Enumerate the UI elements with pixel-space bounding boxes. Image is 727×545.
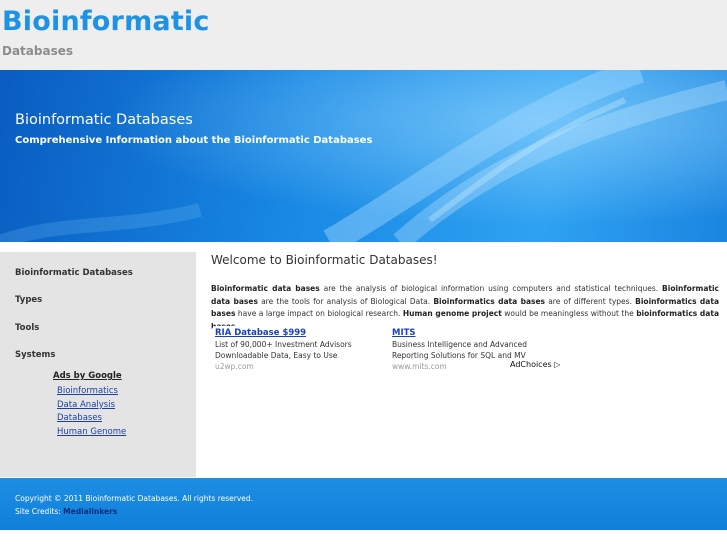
sidebar-item-types[interactable]: Types: [15, 295, 42, 305]
adchoices-button[interactable]: AdChoices ▷: [510, 360, 560, 369]
intro-keyword: Bioinformatics data bases: [433, 296, 546, 306]
ad-url[interactable]: u2wp.com: [215, 362, 385, 371]
welcome-heading: Welcome to Bioinformatic Databases!: [211, 253, 438, 267]
intro-text: have a large impact on biological resear…: [235, 309, 403, 318]
intro-text: are the analysis of biological informati…: [319, 284, 663, 293]
ad-text: Reporting Solutions for SQL and MV: [392, 351, 526, 360]
sidebar-item-systems[interactable]: Systems: [15, 350, 55, 360]
intro-text: would be meaningless without the: [501, 309, 637, 318]
intro-text: are the tools for analysis of Biological…: [257, 296, 434, 306]
site-subtitle: Databases: [2, 44, 74, 58]
site-credits: Site Credits: Medialinkers: [15, 507, 117, 516]
intro-text: are of different types.: [545, 296, 636, 306]
ad-text: List of 90,000+ Investment Advisors: [215, 340, 352, 349]
ad-link-human-genome[interactable]: Human Genome: [57, 427, 126, 437]
ad-text: Downloadable Data, Easy to Use: [215, 351, 338, 360]
ad-link-data-analysis[interactable]: Data Analysis: [57, 400, 115, 410]
ads-by-google-label[interactable]: Ads by Google: [53, 371, 122, 381]
ad-link-bioinformatics[interactable]: Bioinformatics: [57, 386, 118, 396]
site-header: Bioinformatic Databases: [0, 0, 727, 70]
intro-keyword: Human genome project: [402, 309, 502, 318]
site-title[interactable]: Bioinformatic: [2, 6, 210, 37]
ad-item: RIA Database $999 List of 90,000+ Invest…: [215, 328, 385, 371]
intro-keyword: Bioinformatic data bases: [211, 284, 320, 293]
copyright-text: Copyright © 2011 Bioinformatic Databases…: [15, 494, 254, 503]
credits-link[interactable]: Medialinkers: [63, 507, 117, 516]
footer-bar: Copyright © 2011 Bioinformatic Databases…: [0, 478, 727, 530]
ad-title[interactable]: MITS: [392, 328, 562, 338]
site-footer: Copyright © 2011 Bioinformatic Databases…: [0, 478, 727, 545]
ad-link-databases[interactable]: Databases: [57, 413, 102, 423]
sidebar-item-bioinformatic-databases[interactable]: Bioinformatic Databases: [15, 268, 133, 278]
hero-banner: Bioinformatic Databases Comprehensive In…: [0, 70, 727, 242]
sidebar-item-tools[interactable]: Tools: [15, 323, 39, 333]
hero-title: Bioinformatic Databases: [15, 112, 193, 128]
dna-helix-image: [0, 70, 727, 242]
credits-label: Site Credits:: [15, 507, 64, 516]
sidebar: Bioinformatic Databases Types Tools Syst…: [0, 252, 196, 477]
ad-title[interactable]: RIA Database $999: [215, 328, 385, 338]
ad-text: Business Intelligence and Advanced: [392, 340, 528, 349]
hero-tagline: Comprehensive Information about the Bioi…: [15, 135, 373, 146]
